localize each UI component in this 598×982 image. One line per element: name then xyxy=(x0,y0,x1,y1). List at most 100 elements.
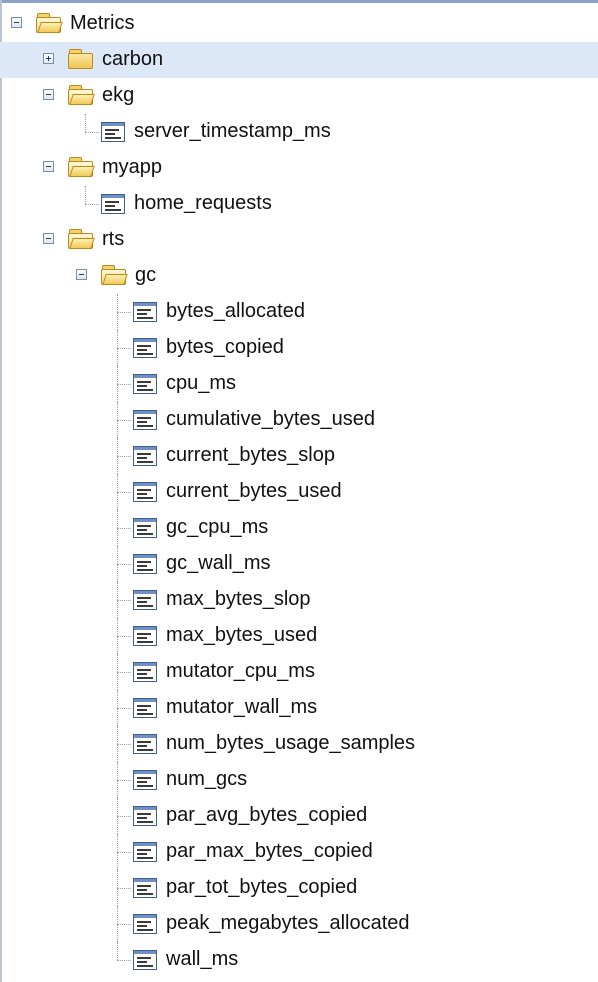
tree-connector xyxy=(85,114,86,132)
node-label: ekg xyxy=(102,84,135,106)
node-label: peak_megabytes_allocated xyxy=(166,912,410,934)
open-folder-icon xyxy=(68,156,95,178)
node-label: par_tot_bytes_copied xyxy=(166,876,358,898)
node-label: bytes_allocated xyxy=(166,300,305,322)
node-label: par_max_bytes_copied xyxy=(166,840,373,862)
node-label: num_gcs xyxy=(166,768,248,790)
node-label: wall_ms xyxy=(166,948,239,970)
node-label: num_bytes_usage_samples xyxy=(166,732,416,754)
tree-node-myapp[interactable]: myapp xyxy=(0,150,598,186)
node-label: gc_wall_ms xyxy=(166,552,271,574)
metric-icon xyxy=(133,482,157,502)
metric-icon xyxy=(133,626,157,646)
metric-icon xyxy=(133,518,157,538)
node-label: gc xyxy=(135,264,157,286)
open-folder-icon xyxy=(68,228,95,250)
tree-leaf-wall-ms[interactable]: wall_ms xyxy=(0,942,598,978)
metric-icon xyxy=(133,662,157,682)
tree-connector xyxy=(117,384,131,385)
tree-leaf-par-avg-bytes-copied[interactable]: par_avg_bytes_copied xyxy=(0,798,598,834)
node-label: max_bytes_slop xyxy=(166,588,311,610)
node-label: gc_cpu_ms xyxy=(166,516,269,538)
tree-node-carbon[interactable]: carbon xyxy=(0,42,598,78)
node-label: server_timestamp_ms xyxy=(134,120,331,142)
tree-connector xyxy=(117,672,131,673)
metric-icon xyxy=(133,590,157,610)
tree-leaf-current-bytes-slop[interactable]: current_bytes_slop xyxy=(0,438,598,474)
tree-connector xyxy=(117,852,131,853)
collapse-icon[interactable] xyxy=(76,269,87,280)
tree-leaf-mutator-wall-ms[interactable]: mutator_wall_ms xyxy=(0,690,598,726)
top-border xyxy=(0,0,598,3)
node-label: home_requests xyxy=(134,192,272,214)
tree-connector xyxy=(117,888,131,889)
metric-icon xyxy=(133,698,157,718)
tree-leaf-mutator-cpu-ms[interactable]: mutator_cpu_ms xyxy=(0,654,598,690)
tree-connector xyxy=(117,942,118,960)
collapse-icon[interactable] xyxy=(43,161,54,172)
tree-leaf-bytes-allocated[interactable]: bytes_allocated xyxy=(0,294,598,330)
metric-icon xyxy=(133,734,157,754)
tree-connector xyxy=(117,420,131,421)
tree-leaf-num-gcs[interactable]: num_gcs xyxy=(0,762,598,798)
tree-connector xyxy=(85,132,99,133)
open-folder-icon xyxy=(68,84,95,106)
metric-icon xyxy=(133,950,157,970)
tree-connector xyxy=(117,816,131,817)
metric-icon xyxy=(101,122,125,142)
metric-icon xyxy=(133,410,157,430)
tree-leaf-gc-cpu-ms[interactable]: gc_cpu_ms xyxy=(0,510,598,546)
node-label: mutator_wall_ms xyxy=(166,696,318,718)
tree-leaf-cpu-ms[interactable]: cpu_ms xyxy=(0,366,598,402)
tree-connector xyxy=(117,492,131,493)
tree-connector xyxy=(117,312,131,313)
node-label: carbon xyxy=(102,48,164,70)
collapse-icon[interactable] xyxy=(11,17,22,28)
metric-icon xyxy=(133,770,157,790)
metric-icon xyxy=(133,338,157,358)
tree-leaf-par-tot-bytes-copied[interactable]: par_tot_bytes_copied xyxy=(0,870,598,906)
gc-children: bytes_allocated bytes_copied cpu_mscumulat… xyxy=(0,294,598,978)
tree-connector xyxy=(117,780,131,781)
open-folder-icon xyxy=(101,264,128,286)
tree-leaf-bytes-copied[interactable]: bytes_copied xyxy=(0,330,598,366)
metric-icon xyxy=(133,914,157,934)
tree-node-rts[interactable]: rts xyxy=(0,222,598,258)
tree-node-gc[interactable]: gc xyxy=(0,258,598,294)
tree-connector xyxy=(117,708,131,709)
metric-icon xyxy=(133,878,157,898)
tree-leaf-num-bytes-usage-samples[interactable]: num_bytes_usage_samples xyxy=(0,726,598,762)
node-label: mutator_cpu_ms xyxy=(166,660,315,682)
tree-connector xyxy=(117,924,131,925)
tree-connector xyxy=(117,528,131,529)
node-label: max_bytes_used xyxy=(166,624,318,646)
tree-connector xyxy=(117,960,131,961)
folder-icon xyxy=(68,48,94,70)
tree-leaf-cumulative-bytes-used[interactable]: cumulative_bytes_used xyxy=(0,402,598,438)
tree-leaf-gc-wall-ms[interactable]: gc_wall_ms xyxy=(0,546,598,582)
expand-icon[interactable] xyxy=(43,53,54,64)
tree-leaf-par-max-bytes-copied[interactable]: par_max_bytes_copied xyxy=(0,834,598,870)
tree-leaf-home-requests[interactable]: home_requests xyxy=(0,186,598,222)
metric-icon xyxy=(133,554,157,574)
tree-leaf-peak-megabytes-allocated[interactable]: peak_megabytes_allocated xyxy=(0,906,598,942)
metrics-tree: Metrics carbon ekg server_timestamp_ms m… xyxy=(0,6,598,978)
metric-icon xyxy=(101,194,125,214)
tree-leaf-max-bytes-slop[interactable]: max_bytes_slop xyxy=(0,582,598,618)
tree-connector xyxy=(117,348,131,349)
tree-node-metrics[interactable]: Metrics xyxy=(0,6,598,42)
node-label: current_bytes_used xyxy=(166,480,342,502)
node-label: cumulative_bytes_used xyxy=(166,408,376,430)
collapse-icon[interactable] xyxy=(43,233,54,244)
tree-node-ekg[interactable]: ekg xyxy=(0,78,598,114)
collapse-icon[interactable] xyxy=(43,89,54,100)
tree-connector xyxy=(85,186,86,204)
node-label: rts xyxy=(102,228,125,250)
tree-connector xyxy=(117,600,131,601)
tree-leaf-max-bytes-used[interactable]: max_bytes_used xyxy=(0,618,598,654)
tree-connector xyxy=(117,456,131,457)
tree-leaf-current-bytes-used[interactable]: current_bytes_used xyxy=(0,474,598,510)
metric-icon xyxy=(133,446,157,466)
node-label: cpu_ms xyxy=(166,372,237,394)
tree-leaf-server-timestamp-ms[interactable]: server_timestamp_ms xyxy=(0,114,598,150)
